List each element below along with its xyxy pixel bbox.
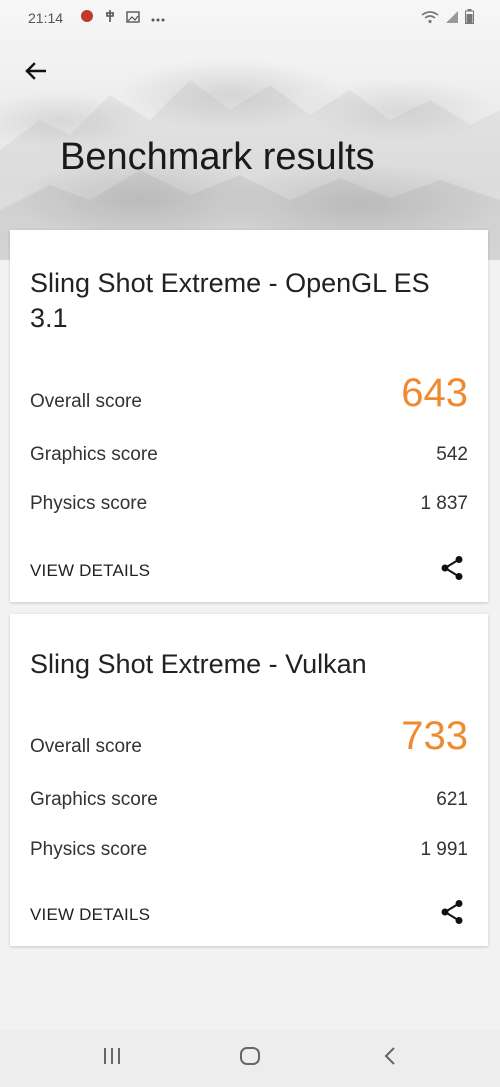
share-button[interactable] bbox=[438, 555, 466, 586]
graphics-score-value: 542 bbox=[436, 444, 468, 465]
wifi-icon bbox=[421, 10, 439, 27]
header-background bbox=[0, 0, 500, 260]
graphics-score-label: Graphics score bbox=[30, 789, 158, 810]
share-icon bbox=[440, 555, 464, 586]
view-details-button[interactable]: VIEW DETAILS bbox=[30, 561, 150, 581]
overall-score-label: Overall score bbox=[30, 391, 142, 412]
result-card-opengl: Sling Shot Extreme - OpenGL ES 3.1 Overa… bbox=[10, 230, 488, 602]
physics-score-label: Physics score bbox=[30, 839, 148, 860]
graphics-score-value: 621 bbox=[436, 789, 468, 810]
graphics-score-label: Graphics score bbox=[30, 444, 158, 465]
more-icon bbox=[150, 10, 166, 26]
status-icons-right bbox=[421, 9, 474, 27]
page-title: Benchmark results bbox=[60, 136, 375, 178]
overall-score-value: 733 bbox=[401, 714, 468, 758]
back-icon bbox=[383, 1046, 397, 1071]
status-bar: 21:14 bbox=[0, 0, 500, 36]
share-icon bbox=[440, 899, 464, 930]
usb-icon bbox=[104, 9, 116, 26]
notification-dot-icon bbox=[80, 9, 94, 26]
system-nav-bar bbox=[0, 1030, 500, 1087]
overall-score-value: 643 bbox=[401, 371, 468, 415]
back-arrow-icon bbox=[24, 61, 47, 85]
signal-icon bbox=[445, 10, 459, 27]
home-icon bbox=[239, 1046, 261, 1071]
physics-score-value: 1 837 bbox=[420, 493, 468, 514]
overall-score-label: Overall score bbox=[30, 736, 142, 757]
battery-icon bbox=[465, 9, 474, 27]
physics-score-label: Physics score bbox=[30, 493, 148, 514]
nav-back-button[interactable] bbox=[350, 1030, 430, 1087]
physics-score-value: 1 991 bbox=[420, 839, 468, 860]
card-title: Sling Shot Extreme - Vulkan bbox=[30, 649, 367, 679]
view-details-button[interactable]: VIEW DETAILS bbox=[30, 905, 150, 925]
status-time: 21:14 bbox=[28, 10, 64, 26]
result-card-vulkan: Sling Shot Extreme - Vulkan Overall scor… bbox=[10, 614, 488, 946]
home-button[interactable] bbox=[210, 1030, 290, 1087]
status-icons-left bbox=[80, 9, 166, 26]
recent-apps-icon bbox=[102, 1047, 122, 1070]
share-button[interactable] bbox=[438, 899, 466, 930]
mountain-illustration bbox=[0, 80, 500, 260]
recent-apps-button[interactable] bbox=[72, 1030, 152, 1087]
image-icon bbox=[126, 10, 140, 26]
card-title: Sling Shot Extreme - OpenGL ES 3.1 bbox=[30, 268, 430, 333]
back-button[interactable] bbox=[18, 56, 52, 90]
